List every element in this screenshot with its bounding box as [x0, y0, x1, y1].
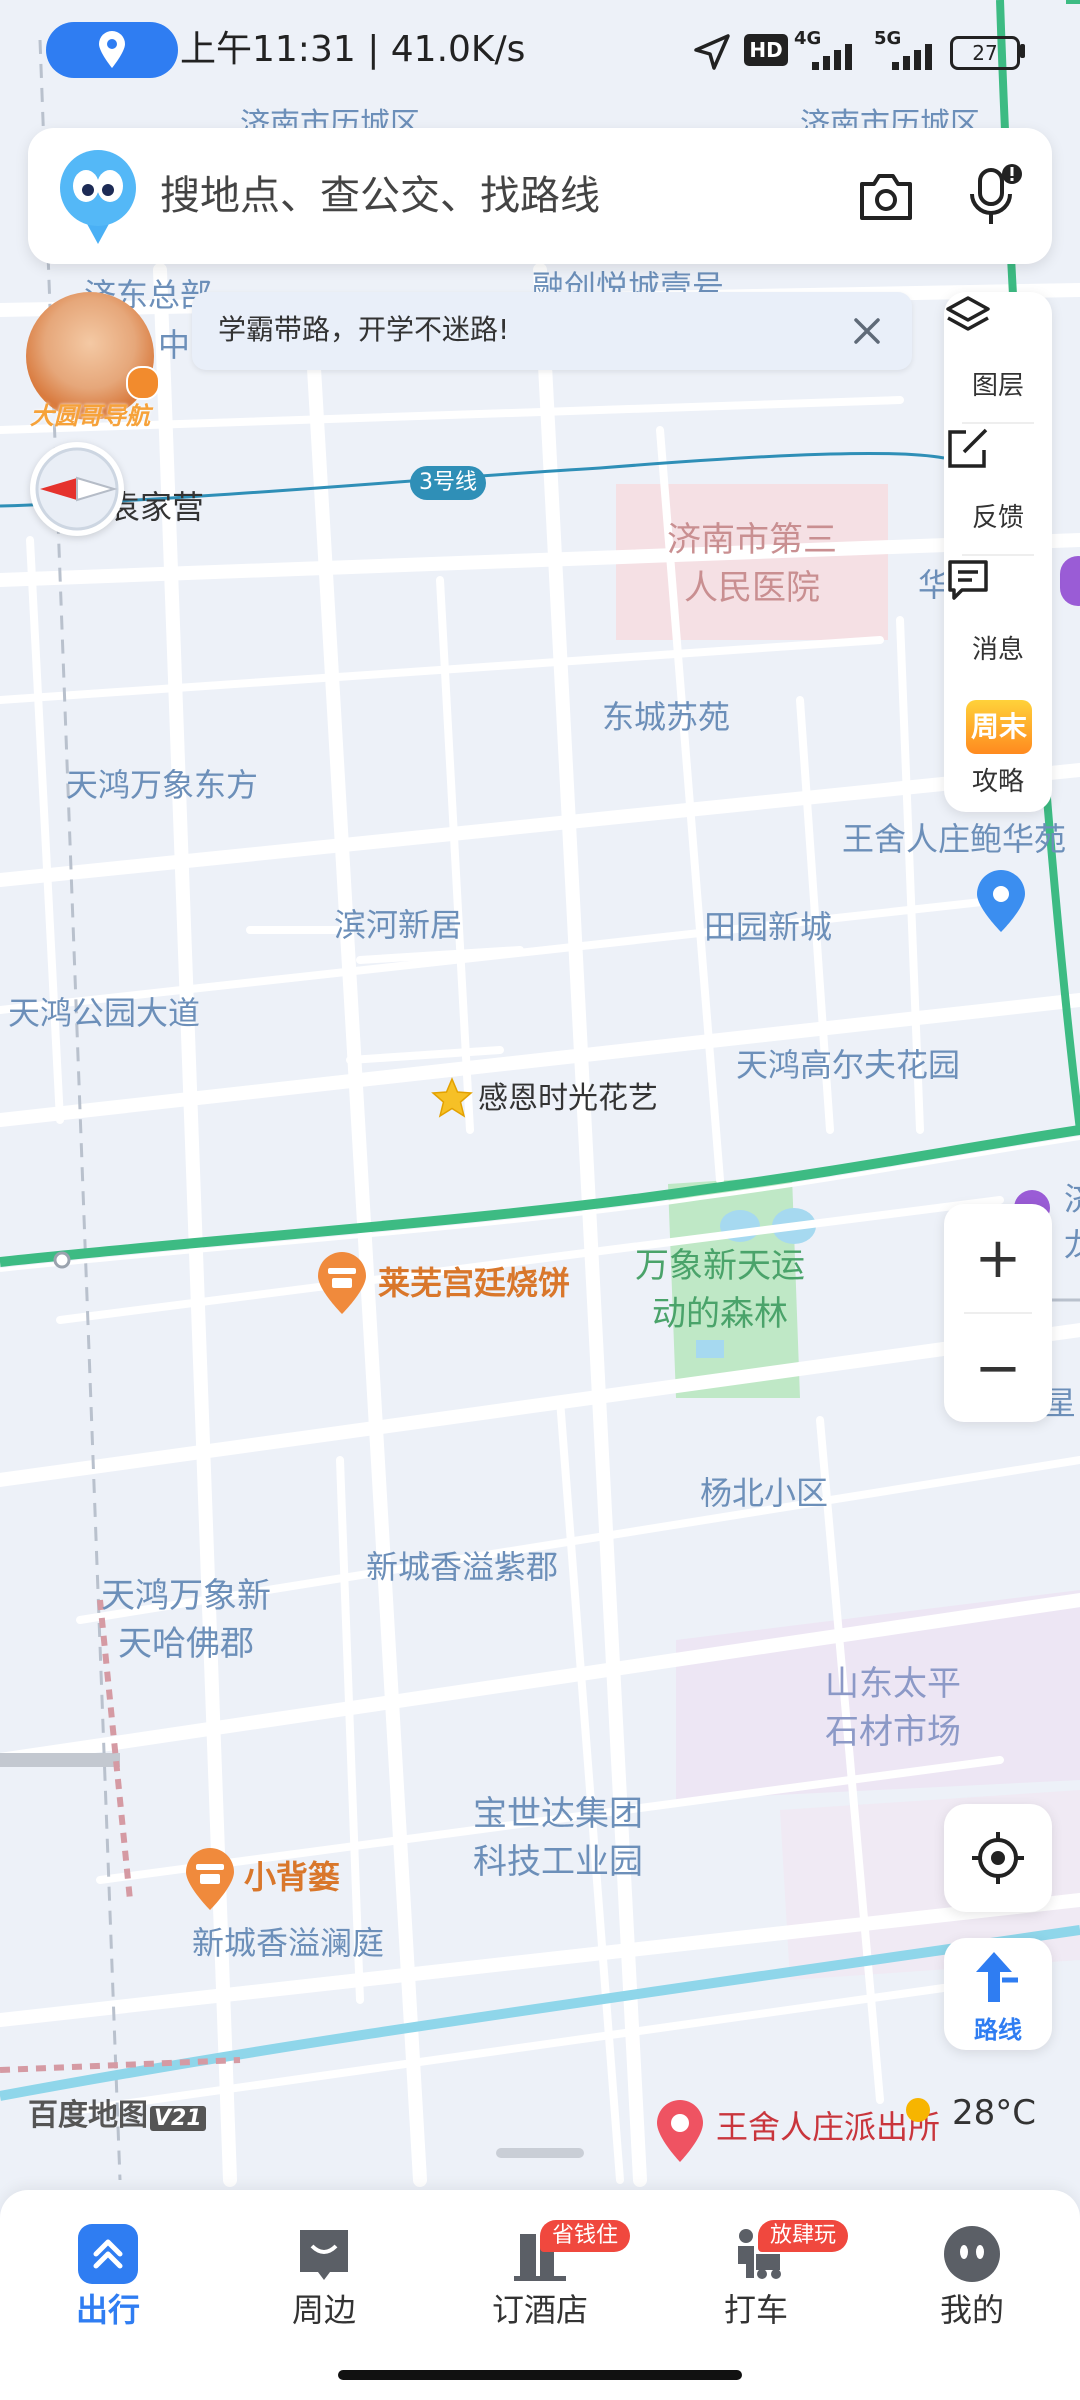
food-marker-icon[interactable]	[314, 1252, 370, 1316]
guide-label: 攻略	[971, 767, 1024, 797]
search-bar[interactable]: 搜地点、查公交、找路线	[28, 128, 1052, 264]
map-label-hospital[interactable]: 济南市第三人民医院	[652, 516, 852, 612]
nearby-icon	[300, 2230, 348, 2280]
map-label-zhong[interactable]: 中	[158, 322, 190, 368]
message-icon	[948, 560, 988, 600]
battery-icon: 27	[950, 36, 1020, 70]
navigator-avatar[interactable]: 大圆哥导航	[22, 292, 160, 430]
banner-text: 学霸带路，开学不迷路!	[218, 313, 510, 346]
messages-label: 消息	[971, 635, 1024, 665]
route-label: 路线	[974, 2016, 1022, 2044]
home-indicator[interactable]	[338, 2370, 742, 2380]
weather-temp: 28°C	[952, 2093, 1037, 2133]
baidu-map-logo: 百度地图 V21	[28, 2094, 206, 2141]
map-label-xincheng-lanting[interactable]: 新城香溢澜庭	[192, 1920, 384, 1966]
baidu-mascot-icon	[60, 150, 136, 244]
status-bar: 上午11:31 | 41.0K/s HD 4G 5G 27	[0, 0, 1080, 100]
nav-travel[interactable]: 出行	[0, 2210, 216, 2340]
weekend-icon: 周末	[966, 700, 1032, 754]
nav-label: 打车	[723, 2291, 788, 2329]
map-label-tianhong-df[interactable]: 天鸿万象东方	[66, 762, 258, 808]
zoom-in-button[interactable]: +	[944, 1204, 1052, 1312]
map-label-long-cut[interactable]: 龙	[1064, 1222, 1080, 1268]
battery-tip	[1020, 44, 1025, 58]
travel-icon	[78, 2224, 138, 2284]
search-input[interactable]: 搜地点、查公交、找路线	[160, 166, 600, 226]
location-pill	[46, 22, 178, 78]
compass-icon	[35, 447, 119, 531]
profile-icon	[944, 2226, 1000, 2282]
signal-icon	[812, 44, 852, 70]
map-label-laiwu[interactable]: 莱芜宫廷烧饼	[378, 1260, 570, 1306]
purple-marker-icon[interactable]	[1060, 556, 1080, 606]
metro-line-badge[interactable]: 3号线	[410, 466, 486, 500]
nav-label: 出行	[75, 2291, 140, 2329]
map-label-xiaobeilou[interactable]: 小背篓	[244, 1854, 340, 1900]
food-marker-icon[interactable]	[182, 1848, 238, 1912]
messages-button[interactable]: 消息	[944, 556, 1052, 686]
camera-icon[interactable]	[856, 170, 916, 224]
weekend-guide-button[interactable]: 周末 攻略	[944, 688, 1052, 818]
locate-button[interactable]	[944, 1804, 1052, 1912]
bottom-nav: 出行 周边 订酒店 省钱住 打车 放肆玩 我的	[0, 2190, 1080, 2400]
nav-mine[interactable]: 我的	[864, 2210, 1080, 2340]
layers-icon	[946, 296, 990, 331]
map-label-wanxiang-forest[interactable]: 万象新天运动的森林	[622, 1242, 818, 1338]
map-label-ji-cut[interactable]: 济	[1064, 1176, 1080, 1222]
layers-label: 图层	[971, 371, 1024, 401]
hd-icon: HD	[744, 34, 788, 66]
zoom-control: + −	[944, 1204, 1052, 1422]
map-label-binhe[interactable]: 滨河新居	[334, 902, 462, 948]
compass-button[interactable]	[30, 442, 124, 536]
gps-arrow-icon	[694, 34, 730, 70]
feedback-button[interactable]: 反馈	[944, 424, 1052, 554]
close-icon[interactable]	[848, 312, 886, 350]
feedback-label: 反馈	[971, 503, 1024, 533]
nav-hotel[interactable]: 订酒店 省钱住	[432, 2210, 648, 2340]
map-label-baoshida[interactable]: 宝世达集团科技工业园	[458, 1790, 658, 1886]
logo-text: 百度地图	[28, 2098, 148, 2133]
feedback-icon	[948, 428, 988, 468]
signal-icon	[892, 44, 932, 70]
taxi-badge: 放肆玩	[758, 2220, 849, 2252]
map-label-tianhong-golf[interactable]: 天鸿高尔夫花园	[736, 1042, 960, 1088]
layers-button[interactable]: 图层	[944, 292, 1052, 422]
map-label-yangbei[interactable]: 杨北小区	[700, 1470, 828, 1516]
voice-icon	[126, 366, 160, 400]
zoom-out-button[interactable]: −	[944, 1314, 1052, 1422]
nav-label: 我的	[939, 2291, 1004, 2329]
location-pin-icon	[99, 31, 125, 68]
map-label-tianhong-park[interactable]: 天鸿公园大道	[8, 990, 200, 1036]
map-label-xincheng-zijun[interactable]: 新城香溢紫郡	[366, 1544, 558, 1590]
microphone-icon[interactable]	[962, 162, 1024, 232]
locate-icon	[972, 1832, 1024, 1884]
map-canvas[interactable]: 3号线 济南市历城区 济南市历城区 济东总部 中 融创悦城壹号 袁家营 济南市第…	[0, 0, 1080, 2190]
map-tools-panel: 图层 反馈 消息 周末 攻略	[944, 292, 1052, 812]
map-label-tianhong-haf[interactable]: 天鸿万象新天哈佛郡	[90, 1572, 282, 1668]
map-label-taiping[interactable]: 山东太平石材市场	[818, 1660, 968, 1756]
route-arrow-icon	[976, 1952, 1018, 2002]
nav-nearby[interactable]: 周边	[216, 2210, 432, 2340]
nav-taxi[interactable]: 打车 放肆玩	[648, 2210, 864, 2340]
police-marker-icon[interactable]	[654, 2100, 706, 2164]
map-label-ganen[interactable]: 感恩时光花艺	[478, 1076, 658, 1122]
map-label-tianyuan[interactable]: 田园新城	[704, 904, 832, 950]
avatar-badge: 大圆哥导航	[30, 402, 150, 430]
map-label-wangshe-bao[interactable]: 王舍人庄鲍华苑	[842, 816, 1066, 862]
promo-banner[interactable]: 学霸带路，开学不迷路!	[192, 292, 912, 370]
map-label-dongcheng[interactable]: 东城苏苑	[602, 694, 730, 740]
hotel-badge: 省钱住	[540, 2220, 631, 2252]
status-time-speed: 上午11:31 | 41.0K/s	[180, 29, 526, 70]
sun-icon	[906, 2098, 930, 2122]
nav-label: 订酒店	[491, 2291, 588, 2329]
sheet-handle[interactable]	[496, 2148, 584, 2158]
star-marker-icon[interactable]	[430, 1076, 474, 1120]
logo-version: V21	[150, 2106, 206, 2131]
nav-label: 周边	[291, 2291, 356, 2329]
route-button[interactable]: 路线	[944, 1938, 1052, 2050]
location-marker-icon[interactable]	[974, 870, 1028, 934]
